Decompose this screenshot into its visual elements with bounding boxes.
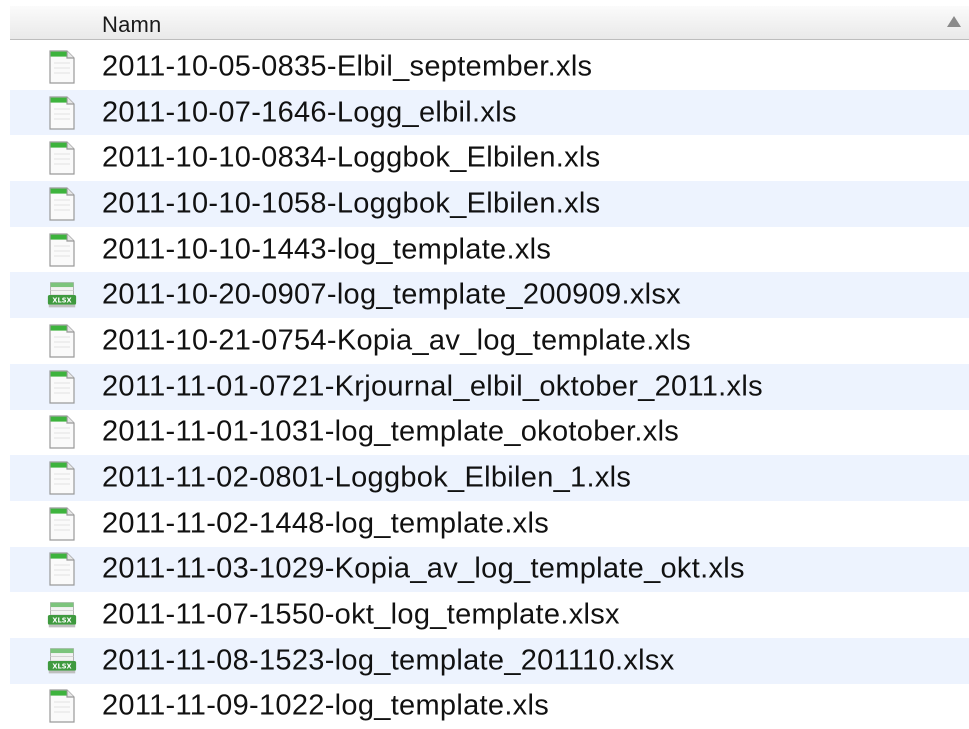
xls-file-icon bbox=[49, 187, 75, 221]
file-row[interactable]: 2011-10-10-0834-Loggbok_Elbilen.xls bbox=[10, 135, 969, 181]
xls-file-icon bbox=[49, 689, 75, 724]
file-name: 2011-10-21-0754-Kopia_av_log_template.xl… bbox=[102, 324, 691, 357]
file-row[interactable]: 2011-10-21-0754-Kopia_av_log_template.xl… bbox=[10, 318, 969, 364]
xls-file-icon bbox=[49, 370, 75, 404]
xls-file-icon bbox=[49, 141, 75, 175]
xls-file-icon bbox=[49, 95, 75, 130]
file-row[interactable]: 2011-11-03-1029-Kopia_av_log_template_ok… bbox=[10, 546, 969, 593]
xls-file-icon bbox=[49, 232, 75, 267]
file-row[interactable]: 2011-11-09-1022-log_template.xls bbox=[10, 684, 969, 729]
xls-file-icon bbox=[49, 50, 75, 84]
file-name: 2011-10-10-0834-Loggbok_Elbilen.xls bbox=[102, 141, 601, 174]
file-name: 2011-10-20-0907-log_template_200909.xlsx bbox=[102, 278, 681, 311]
finder-list-view: Namn 2011-10-05-0835-Elbil_september.xls… bbox=[0, 0, 969, 727]
file-name: 2011-11-02-1448-log_template.xls bbox=[102, 507, 550, 540]
xls-file-icon bbox=[49, 415, 75, 449]
xlsx-file-icon: XLSX bbox=[47, 647, 77, 674]
sort-ascending-arrow-icon[interactable] bbox=[947, 16, 961, 27]
file-row[interactable]: XLSX 2011-11-07-1550-okt_log_template.xls… bbox=[10, 592, 969, 638]
xls-file-icon bbox=[49, 461, 75, 495]
column-header-name[interactable]: Namn bbox=[10, 6, 969, 40]
xlsx-file-icon: XLSX bbox=[47, 282, 77, 308]
xls-file-icon bbox=[49, 324, 75, 358]
file-name: 2011-11-01-0721-Krjournal_elbil_oktober_… bbox=[102, 370, 763, 403]
file-name: 2011-10-07-1646-Logg_elbil.xls bbox=[102, 96, 517, 129]
file-row[interactable]: 2011-10-05-0835-Elbil_september.xls bbox=[10, 44, 969, 90]
svg-text:XLSX: XLSX bbox=[52, 662, 71, 670]
file-row[interactable]: 2011-10-10-1058-Loggbok_Elbilen.xls bbox=[10, 181, 969, 227]
file-name: 2011-10-10-1058-Loggbok_Elbilen.xls bbox=[102, 187, 601, 220]
file-row[interactable]: XLSX 2011-11-08-1523-log_template_201110.… bbox=[10, 637, 969, 684]
file-name: 2011-11-01-1031-log_template_okotober.xl… bbox=[102, 415, 680, 448]
svg-text:XLSX: XLSX bbox=[52, 617, 71, 625]
file-row[interactable]: 2011-11-02-1448-log_template.xls bbox=[10, 501, 969, 547]
column-header-label: Namn bbox=[102, 12, 162, 37]
file-name: 2011-11-03-1029-Kopia_av_log_template_ok… bbox=[102, 552, 745, 585]
file-name: 2011-11-08-1523-log_template_201110.xlsx bbox=[102, 644, 675, 677]
file-row[interactable]: 2011-11-01-1031-log_template_okotober.xl… bbox=[10, 410, 969, 456]
svg-text:XLSX: XLSX bbox=[52, 297, 71, 305]
file-row[interactable]: 2011-10-10-1443-log_template.xls bbox=[10, 227, 969, 273]
file-row[interactable]: 2011-11-02-0801-Loggbok_Elbilen_1.xls bbox=[10, 455, 969, 501]
file-row[interactable]: 2011-11-01-0721-Krjournal_elbil_oktober_… bbox=[10, 363, 969, 410]
file-row[interactable]: 2011-10-07-1646-Logg_elbil.xls bbox=[10, 89, 969, 136]
file-name: 2011-11-02-0801-Loggbok_Elbilen_1.xls bbox=[102, 461, 632, 494]
xls-file-icon bbox=[49, 507, 75, 541]
file-name: 2011-11-09-1022-log_template.xls bbox=[102, 689, 550, 722]
file-row[interactable]: XLSX 2011-10-20-0907-log_template_200909.… bbox=[10, 272, 969, 319]
file-list: 2011-10-05-0835-Elbil_september.xls 2011-… bbox=[10, 44, 969, 729]
file-name: 2011-10-10-1443-log_template.xls bbox=[102, 233, 552, 266]
xlsx-file-icon: XLSX bbox=[47, 602, 77, 628]
file-name: 2011-10-05-0835-Elbil_september.xls bbox=[102, 50, 593, 83]
file-name: 2011-11-07-1550-okt_log_template.xlsx bbox=[102, 598, 620, 631]
xls-file-icon bbox=[49, 552, 75, 587]
